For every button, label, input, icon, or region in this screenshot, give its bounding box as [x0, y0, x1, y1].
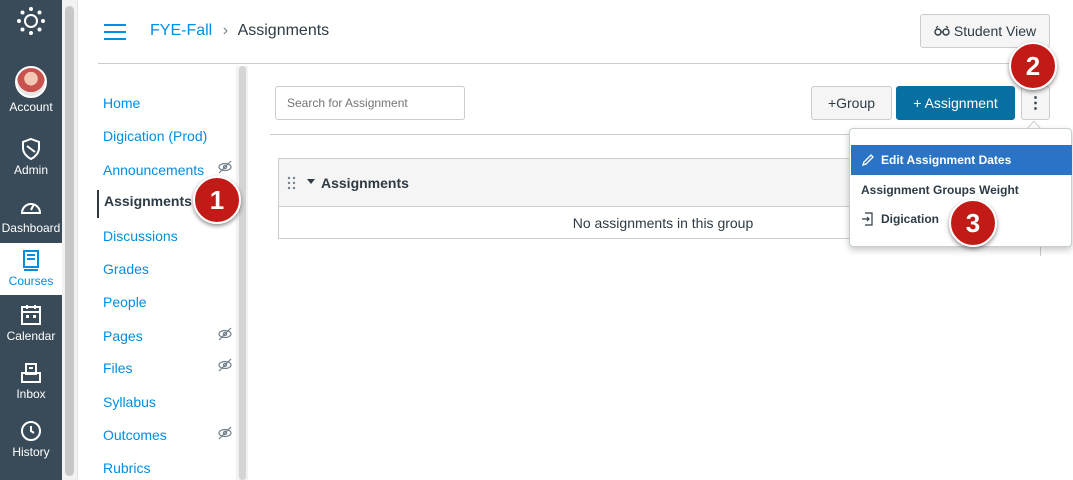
global-nav-inbox[interactable]: Inbox [0, 361, 62, 401]
collapse-caret-icon[interactable] [307, 177, 315, 185]
scrollbar-thumb[interactable] [65, 6, 74, 476]
step-badge-3: 3 [949, 199, 997, 247]
breadcrumb-separator: › [222, 22, 229, 39]
student-view-label: Student View [953, 23, 1037, 39]
course-nav-syllabus[interactable]: Syllabus [103, 394, 156, 410]
settings-kebab-button[interactable]: ⋮ [1021, 86, 1050, 120]
course-nav-scrollbar[interactable] [236, 66, 248, 480]
global-nav-courses[interactable]: Courses [0, 243, 62, 295]
hamburger-menu-icon[interactable] [104, 24, 126, 40]
scrollbar-thumb[interactable] [239, 66, 246, 480]
course-nav-home[interactable]: Home [103, 95, 140, 111]
course-nav-digication-prod[interactable]: Digication (Prod) [103, 128, 207, 144]
assignment-group-title: Assignments [321, 175, 409, 191]
external-tool-icon [862, 212, 873, 226]
hidden-eye-icon [218, 426, 232, 440]
clock-icon [21, 421, 41, 441]
course-nav-grades[interactable]: Grades [103, 261, 149, 277]
course-nav-outcomes[interactable]: Outcomes [103, 427, 167, 443]
canvas-logo-icon[interactable] [15, 5, 47, 37]
global-nav-calendar[interactable]: Calendar [0, 303, 62, 343]
course-nav-files[interactable]: Files [103, 360, 133, 376]
drag-handle-icon[interactable] [287, 176, 297, 190]
course-nav-rubrics[interactable]: Rubrics [103, 460, 150, 476]
global-nav-label: History [12, 445, 50, 459]
course-nav-assignments[interactable]: Assignments [97, 190, 192, 218]
page-header: FYE-Fall › Assignments Student View [78, 0, 1073, 64]
global-nav-account[interactable]: Account [0, 66, 62, 114]
menu-item-edit-assignment-dates[interactable]: Edit Assignment Dates [851, 145, 1072, 175]
global-nav-label: Account [9, 100, 53, 114]
menu-item-label: Digication [881, 212, 940, 226]
global-nav-label: Dashboard [1, 221, 61, 235]
course-nav-announcements[interactable]: Announcements [103, 162, 204, 178]
hidden-eye-icon [218, 358, 232, 372]
global-nav-label: Admin [13, 163, 48, 177]
add-assignment-button[interactable]: + Assignment [896, 86, 1015, 120]
dashboard-gauge-icon [20, 203, 42, 214]
global-nav-label: Inbox [16, 387, 46, 401]
global-nav: Account Admin Dashboard Courses Calendar… [0, 0, 62, 480]
global-nav-admin[interactable]: Admin [0, 137, 62, 177]
global-nav-scrollbar[interactable] [62, 0, 78, 480]
menu-item-label: Edit Assignment Dates [881, 153, 1012, 167]
glasses-icon [934, 25, 950, 36]
hidden-eye-icon [218, 160, 232, 174]
course-nav: Home Digication (Prod) Announcements Ass… [78, 64, 248, 480]
step-badge-2: 2 [1009, 42, 1057, 90]
inbox-icon [21, 363, 41, 383]
pencil-icon [861, 154, 874, 167]
calendar-icon [21, 305, 41, 325]
account-avatar [15, 66, 47, 98]
breadcrumb: FYE-Fall › Assignments [150, 22, 329, 40]
shield-icon [22, 137, 40, 161]
course-nav-people[interactable]: People [103, 294, 147, 310]
step-badge-1: 1 [193, 176, 241, 224]
menu-item-label: Assignment Groups Weight [861, 183, 1019, 197]
course-nav-discussions[interactable]: Discussions [103, 228, 178, 244]
breadcrumb-course-link[interactable]: FYE-Fall [150, 22, 212, 39]
global-nav-label: Courses [8, 274, 54, 288]
course-nav-pages[interactable]: Pages [103, 328, 143, 344]
breadcrumb-current-page: Assignments [237, 22, 330, 39]
global-nav-label: Calendar [6, 329, 56, 343]
global-nav-dashboard[interactable]: Dashboard [0, 195, 62, 235]
add-group-button[interactable]: +Group [811, 86, 892, 120]
search-assignment-input[interactable] [275, 86, 465, 120]
hidden-eye-icon [218, 327, 232, 341]
global-nav-history[interactable]: History [0, 419, 62, 459]
book-icon [23, 250, 39, 271]
